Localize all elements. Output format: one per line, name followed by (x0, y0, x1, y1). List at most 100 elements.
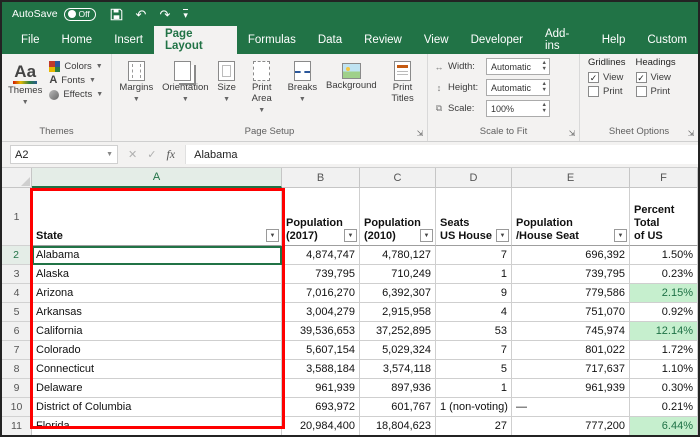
row-header-1[interactable]: 1 (2, 188, 32, 246)
cell[interactable]: 696,392 (512, 246, 630, 265)
filter-dropdown-icon[interactable]: ▼ (344, 229, 357, 242)
formula-input[interactable]: Alabama (186, 145, 698, 164)
cell[interactable]: 7 (436, 246, 512, 265)
headings-print-checkbox[interactable]: Print (636, 86, 676, 97)
cell[interactable]: 37,252,895 (360, 322, 436, 341)
column-header-f[interactable]: F (630, 168, 698, 188)
cell[interactable]: 777,200 (512, 417, 630, 435)
cell[interactable]: 739,795 (282, 265, 360, 284)
row-header-11[interactable]: 11 (2, 417, 32, 435)
cell[interactable]: 779,586 (512, 284, 630, 303)
enter-icon[interactable]: ✓ (147, 148, 156, 161)
name-box[interactable]: A2 ▼ (10, 145, 118, 164)
print-area-button[interactable]: Print Area ▼ (242, 58, 282, 115)
cell[interactable]: 27 (436, 417, 512, 435)
cell[interactable]: 601,767 (360, 398, 436, 417)
fonts-button[interactable]: A Fonts ▼ (49, 75, 103, 86)
row-header-10[interactable]: 10 (2, 398, 32, 417)
cell[interactable]: 2,915,958 (360, 303, 436, 322)
filter-dropdown-icon[interactable]: ▼ (420, 229, 433, 242)
cell[interactable]: Florida (32, 417, 282, 435)
cell[interactable]: 4 (436, 303, 512, 322)
spinner-icon[interactable]: ▲▼ (542, 61, 547, 72)
row-header-5[interactable]: 5 (2, 303, 32, 322)
cell[interactable]: 739,795 (512, 265, 630, 284)
margins-button[interactable]: Margins ▼ (116, 58, 156, 104)
tab-custom[interactable]: Custom (636, 26, 698, 54)
size-button[interactable]: Size ▼ (214, 58, 238, 104)
colors-button[interactable]: Colors ▼ (49, 61, 103, 72)
cell[interactable]: Alaska (32, 265, 282, 284)
cell[interactable]: 9 (436, 284, 512, 303)
height-input[interactable]: Automatic ▲▼ (486, 79, 550, 96)
insert-function-icon[interactable]: fx (166, 147, 175, 162)
cell[interactable]: 961,939 (512, 379, 630, 398)
cell[interactable]: 4,780,127 (360, 246, 436, 265)
row-header-4[interactable]: 4 (2, 284, 32, 303)
customize-qat-icon[interactable]: ▾ (183, 9, 188, 20)
cell[interactable]: 39,536,653 (282, 322, 360, 341)
tab-formulas[interactable]: Formulas (237, 26, 307, 54)
column-header-d[interactable]: D (436, 168, 512, 188)
cell[interactable]: 693,972 (282, 398, 360, 417)
filter-dropdown-icon[interactable]: ▼ (614, 229, 627, 242)
cell[interactable]: California (32, 322, 282, 341)
redo-icon[interactable]: ↷ (159, 8, 170, 21)
row-header-2[interactable]: 2 (2, 246, 32, 265)
cell[interactable]: 1 (non-voting) (436, 398, 512, 417)
cancel-icon[interactable]: ✕ (128, 148, 137, 161)
filter-dropdown-icon[interactable]: ▼ (266, 229, 279, 242)
headings-view-checkbox[interactable]: ✓ View (636, 72, 676, 83)
scale-input[interactable]: 100% ▲▼ (486, 100, 550, 117)
header-cell[interactable]: SeatsUS House▼ (436, 188, 512, 246)
column-header-e[interactable]: E (512, 168, 630, 188)
tab-data[interactable]: Data (307, 26, 353, 54)
width-input[interactable]: Automatic ▲▼ (486, 58, 550, 75)
cell[interactable]: 5,607,154 (282, 341, 360, 360)
cell[interactable]: 18,804,623 (360, 417, 436, 435)
autosave-toggle[interactable]: AutoSave Off (12, 8, 96, 21)
row-header-8[interactable]: 8 (2, 360, 32, 379)
cell[interactable]: 1 (436, 379, 512, 398)
cell[interactable]: 961,939 (282, 379, 360, 398)
header-cell[interactable]: Population(2010)▼ (360, 188, 436, 246)
undo-icon[interactable]: ↶ (136, 8, 147, 21)
cell[interactable]: 717,637 (512, 360, 630, 379)
save-icon[interactable] (110, 8, 123, 21)
tab-review[interactable]: Review (353, 26, 413, 54)
cell[interactable]: 0.92% (630, 303, 698, 322)
cell[interactable]: 6,392,307 (360, 284, 436, 303)
row-header-9[interactable]: 9 (2, 379, 32, 398)
cell[interactable]: 6.44% (630, 417, 698, 435)
cell[interactable]: 5 (436, 360, 512, 379)
cell[interactable]: 3,588,184 (282, 360, 360, 379)
cell[interactable]: Colorado (32, 341, 282, 360)
cell[interactable]: 1 (436, 265, 512, 284)
background-button[interactable]: Background (323, 58, 380, 93)
tab-add-ins[interactable]: Add-ins (534, 26, 591, 54)
cell[interactable]: — (512, 398, 630, 417)
cell[interactable]: 53 (436, 322, 512, 341)
column-header-b[interactable]: B (282, 168, 360, 188)
cell[interactable]: 710,249 (360, 265, 436, 284)
scale-to-fit-dialog-launcher-icon[interactable]: ⇲ (567, 129, 577, 139)
gridlines-view-checkbox[interactable]: ✓ View (588, 72, 626, 83)
sheet-options-dialog-launcher-icon[interactable]: ⇲ (686, 129, 696, 139)
cell[interactable]: 3,574,118 (360, 360, 436, 379)
cell[interactable]: 2.15% (630, 284, 698, 303)
cell[interactable]: District of Columbia (32, 398, 282, 417)
autosave-switch-icon[interactable]: Off (64, 8, 96, 21)
column-header-c[interactable]: C (360, 168, 436, 188)
spinner-icon[interactable]: ▲▼ (542, 103, 547, 114)
tab-developer[interactable]: Developer (460, 26, 534, 54)
cell[interactable]: 1.50% (630, 246, 698, 265)
tab-insert[interactable]: Insert (103, 26, 154, 54)
cell[interactable]: 0.30% (630, 379, 698, 398)
effects-button[interactable]: Effects ▼ (49, 89, 103, 100)
header-cell[interactable]: PercentTotalof US (630, 188, 698, 246)
cell[interactable]: 1.10% (630, 360, 698, 379)
tab-file[interactable]: File (10, 26, 51, 54)
row-header-7[interactable]: 7 (2, 341, 32, 360)
header-cell[interactable]: Population/House Seat▼ (512, 188, 630, 246)
header-cell[interactable]: Population(2017)▼ (282, 188, 360, 246)
